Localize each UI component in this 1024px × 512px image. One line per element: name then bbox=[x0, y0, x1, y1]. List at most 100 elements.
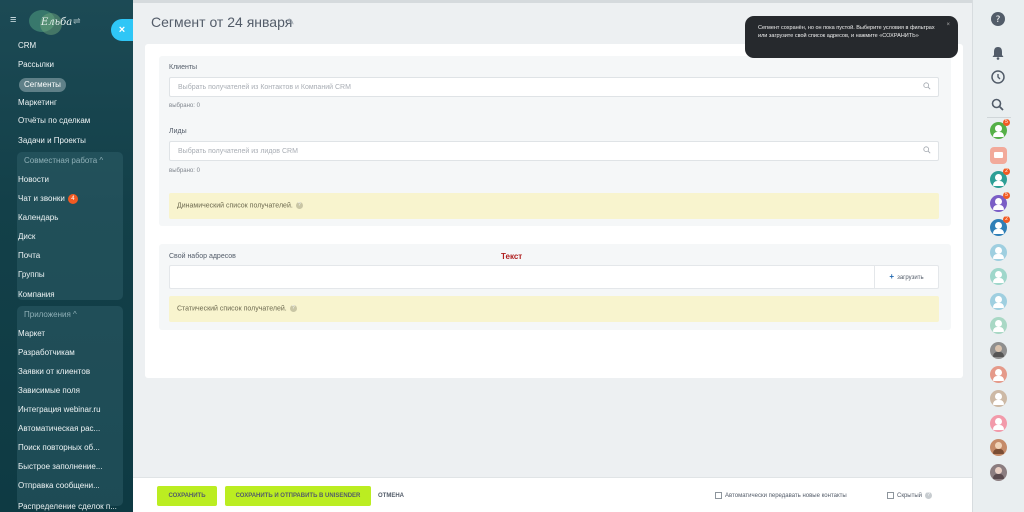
pin-icon[interactable]: ⇌ bbox=[73, 16, 81, 27]
sidebar-item-mailings[interactable]: Рассылки bbox=[18, 56, 54, 74]
clients-selected-count: выбрано: 0 bbox=[169, 103, 200, 109]
sidebar-item-market[interactable]: Маркет bbox=[18, 325, 45, 343]
clients-input[interactable]: Выбрать получателей из Контактов и Компа… bbox=[169, 77, 939, 97]
search-icon bbox=[923, 146, 931, 154]
page-title: Сегмент от 24 января bbox=[151, 14, 293, 30]
contact-avatar[interactable] bbox=[990, 317, 1007, 334]
auto-transfer-checkbox[interactable]: Автоматически передавать новые контакты bbox=[715, 492, 847, 499]
contact-photo-avatar[interactable] bbox=[990, 439, 1007, 456]
sidebar-item-news[interactable]: Новости bbox=[18, 171, 49, 189]
contact-avatar[interactable] bbox=[990, 244, 1007, 261]
leads-selected-count: выбрано: 0 bbox=[169, 168, 200, 174]
chat-avatar[interactable] bbox=[990, 147, 1007, 164]
right-bar: ? 5 2 5 2 bbox=[972, 0, 1024, 512]
contact-avatar[interactable] bbox=[990, 390, 1007, 407]
contact-photo-avatar[interactable] bbox=[990, 464, 1007, 481]
contact-avatar[interactable]: 2 bbox=[990, 216, 1010, 236]
sidebar-item-dependent-fields[interactable]: Зависимые поля bbox=[18, 382, 80, 400]
hidden-label: Скрытый bbox=[897, 493, 923, 500]
dynamic-note-text: Динамический список получателей. bbox=[177, 202, 293, 210]
help-icon[interactable]: ? bbox=[925, 492, 933, 499]
sidebar-item-disk[interactable]: Диск bbox=[18, 228, 35, 246]
own-addresses-label: Свой набор адресов bbox=[169, 253, 236, 260]
annotation-text: Текст bbox=[501, 252, 523, 261]
sidebar-header: ≡ Ельба ⇌ × bbox=[0, 8, 133, 41]
unread-badge: 2 bbox=[1003, 216, 1010, 223]
upload-label: загрузить bbox=[897, 275, 924, 281]
leads-placeholder: Выбрать получателей из лидов CRM bbox=[178, 148, 298, 155]
auto-transfer-label: Автоматически передавать новые контакты bbox=[725, 493, 847, 500]
static-list-note: Статический список получателей.? bbox=[169, 296, 939, 322]
close-icon[interactable]: × bbox=[111, 19, 133, 41]
contact-avatar[interactable] bbox=[990, 293, 1007, 310]
contact-avatar[interactable] bbox=[990, 366, 1007, 383]
sidebar-item-company[interactable]: Компания bbox=[18, 286, 55, 304]
search-icon bbox=[923, 82, 931, 90]
clock-icon[interactable] bbox=[988, 67, 1008, 87]
dynamic-list-note: Динамический список получателей.? bbox=[169, 193, 939, 219]
pencil-icon[interactable]: ✎ bbox=[287, 17, 295, 28]
static-note-text: Статический список получателей. bbox=[177, 305, 287, 313]
search-icon[interactable] bbox=[988, 95, 1008, 115]
sidebar-item-duplicate-search[interactable]: Поиск повторных об... bbox=[18, 439, 100, 457]
sidebar-item-webinar[interactable]: Интеграция webinar.ru bbox=[18, 401, 101, 419]
sidebar-item-chat[interactable]: Чат и звонки 4 bbox=[18, 190, 78, 208]
checkbox-icon bbox=[715, 492, 722, 499]
unread-badge: 5 bbox=[1003, 192, 1010, 199]
footer-bar: СОХРАНИТЬ СОХРАНИТЬ И ОТПРАВИТЬ В UNISEN… bbox=[133, 477, 972, 512]
sidebar-item-auto-mailing[interactable]: Автоматическая рас... bbox=[18, 420, 100, 438]
logo[interactable]: Ельба bbox=[29, 10, 73, 36]
contact-avatar[interactable]: 2 bbox=[990, 168, 1010, 188]
leads-label: Лиды bbox=[169, 128, 187, 135]
sidebar-item-quick-fill[interactable]: Быстрое заполнение... bbox=[18, 458, 103, 476]
unread-badge: 2 bbox=[1003, 168, 1010, 175]
tooltip-text: Сегмент сохранён, но он пока пустой. Выб… bbox=[758, 25, 935, 39]
own-addresses-panel: Свой набор адресов Текст + загрузить Стат… bbox=[159, 244, 951, 330]
sidebar-item-marketing[interactable]: Маркетинг bbox=[18, 94, 57, 112]
sidebar-item-segments[interactable]: Сегменты bbox=[19, 78, 66, 92]
menu-icon[interactable]: ≡ bbox=[10, 15, 20, 26]
contact-avatar[interactable] bbox=[990, 268, 1007, 285]
svg-text:?: ? bbox=[996, 15, 1001, 25]
bell-icon[interactable] bbox=[988, 43, 1008, 63]
save-and-send-button[interactable]: СОХРАНИТЬ И ОТПРАВИТЬ В UNISENDER bbox=[225, 486, 371, 506]
sidebar-group-collaboration[interactable]: Совместная работа ^ bbox=[24, 153, 103, 169]
rightbar-divider bbox=[987, 117, 1011, 118]
sidebar-item-groups[interactable]: Группы bbox=[18, 266, 45, 284]
sidebar-item-deal-distribution[interactable]: Распределение сделок п... bbox=[18, 498, 117, 512]
contact-avatar[interactable]: 5 bbox=[990, 192, 1010, 212]
hidden-checkbox[interactable]: Скрытый? bbox=[887, 492, 933, 500]
help-icon[interactable]: ? bbox=[289, 305, 297, 312]
unread-badge: 5 bbox=[1003, 119, 1010, 126]
upload-button[interactable]: + загрузить bbox=[874, 266, 938, 288]
close-icon[interactable]: × bbox=[946, 22, 950, 28]
cancel-button[interactable]: ОТМЕНА bbox=[378, 486, 404, 506]
segment-card: Клиенты Выбрать получателей из Контактов… bbox=[145, 44, 963, 378]
sidebar-item-deal-reports[interactable]: Отчёты по сделкам bbox=[18, 112, 90, 130]
clients-label: Клиенты bbox=[169, 64, 198, 71]
contact-avatar[interactable] bbox=[990, 415, 1007, 432]
sidebar-item-crm[interactable]: CRM bbox=[18, 37, 36, 55]
leads-input[interactable]: Выбрать получателей из лидов CRM bbox=[169, 141, 939, 161]
sidebar-item-send-messages[interactable]: Отправка сообщени... bbox=[18, 477, 100, 495]
save-button[interactable]: СОХРАНИТЬ bbox=[157, 486, 217, 506]
main-area: Сегмент от 24 января ✎ Клиенты Выбрать п… bbox=[133, 0, 972, 512]
sidebar-item-calendar[interactable]: Календарь bbox=[18, 209, 58, 227]
sidebar-group-apps[interactable]: Приложения ^ bbox=[24, 307, 77, 323]
notification-tooltip: Сегмент сохранён, но он пока пустой. Выб… bbox=[745, 16, 958, 58]
top-divider bbox=[133, 0, 972, 3]
help-icon[interactable]: ? bbox=[988, 9, 1008, 29]
addresses-input[interactable]: + загрузить bbox=[169, 265, 939, 289]
contact-photo-avatar[interactable] bbox=[990, 342, 1007, 359]
chat-badge: 4 bbox=[67, 193, 78, 204]
sidebar-item-client-requests[interactable]: Заявки от клиентов bbox=[18, 363, 90, 381]
sidebar-item-mail[interactable]: Почта bbox=[18, 247, 40, 265]
recipients-panel: Клиенты Выбрать получателей из Контактов… bbox=[159, 56, 951, 226]
left-sidebar: ≡ Ельба ⇌ × CRM Рассылки Сегменты Маркет… bbox=[0, 0, 133, 512]
help-icon[interactable]: ? bbox=[295, 202, 303, 209]
clients-placeholder: Выбрать получателей из Контактов и Компа… bbox=[178, 84, 351, 91]
logo-text: Ельба bbox=[41, 17, 73, 28]
sidebar-item-tasks[interactable]: Задачи и Проекты bbox=[18, 132, 86, 150]
contact-avatar[interactable]: 5 bbox=[990, 119, 1010, 139]
sidebar-item-developers[interactable]: Разработчикам bbox=[18, 344, 75, 362]
